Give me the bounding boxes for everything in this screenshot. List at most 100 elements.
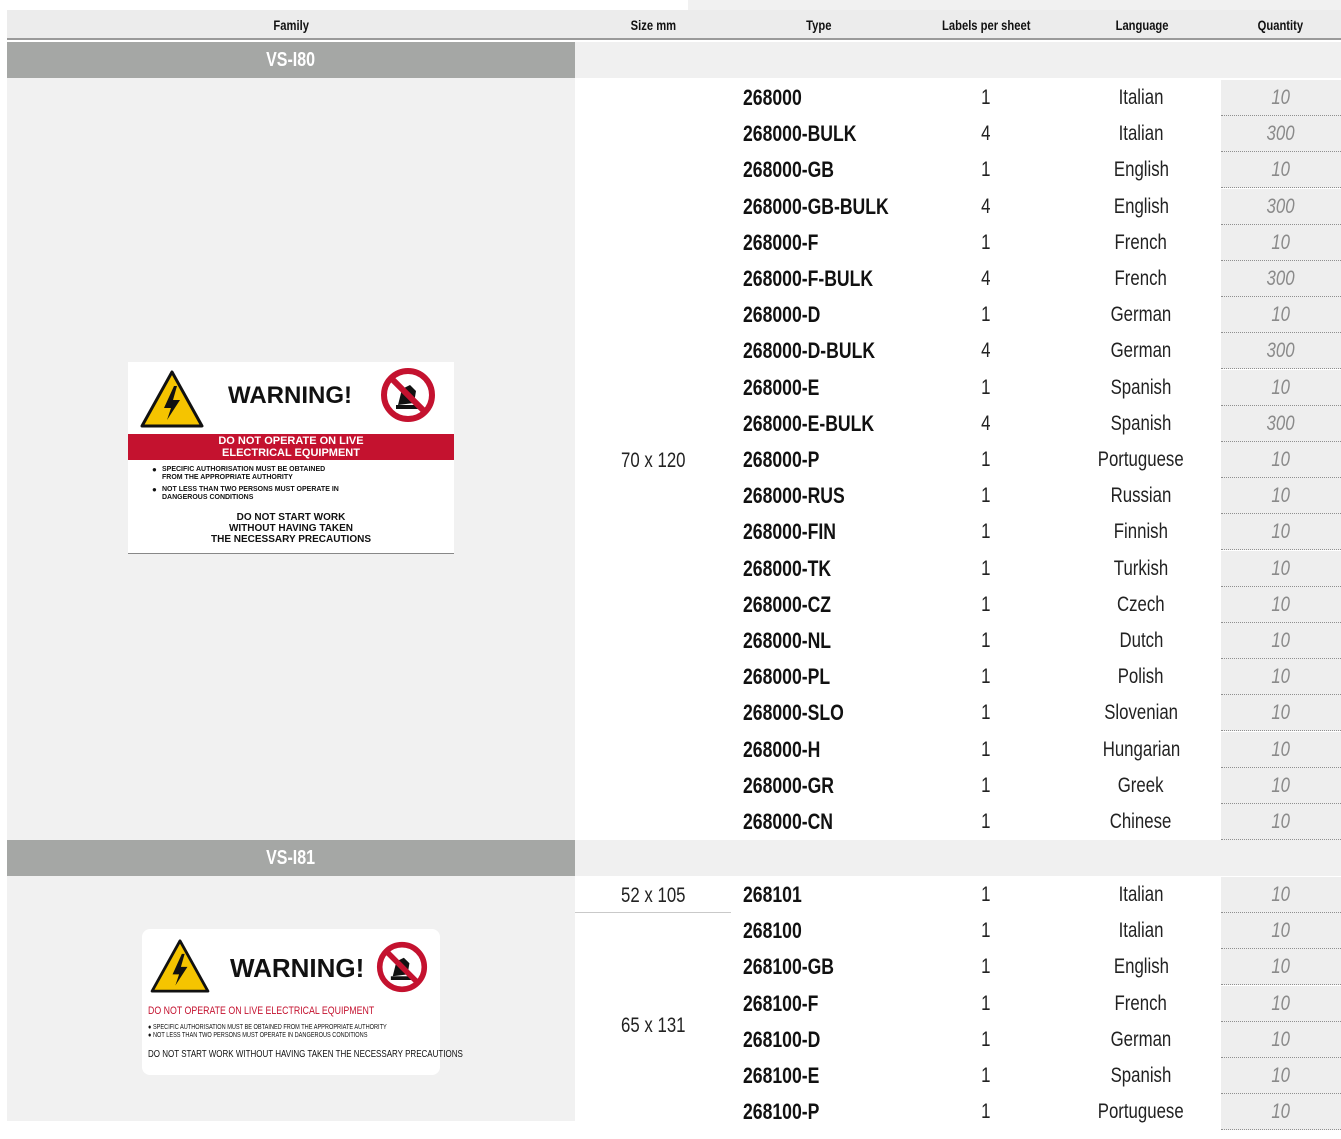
top-strip-gray — [688, 0, 1341, 10]
labels-per-sheet-value: 1 — [981, 230, 991, 254]
language-value: Turkish — [1113, 556, 1169, 580]
quantity-value: 300 — [1221, 261, 1341, 297]
quantity-value: 10 — [1221, 623, 1341, 659]
quantity-value: 10 — [1221, 369, 1341, 406]
labels-per-sheet-value: 1 — [981, 883, 991, 906]
labels-per-sheet-value: 4 — [981, 194, 991, 218]
table-row: 268100-P 1 Portuguese 10 — [731, 1094, 1341, 1131]
table-row: 268100-F 1 French 10 — [731, 985, 1341, 1022]
table-row: 268000-FIN 1 Finnish 10 — [731, 514, 1341, 551]
quantity-value: 10 — [1221, 514, 1341, 551]
type-code: 268100 — [743, 918, 802, 944]
table-row: 268000-F 1 French 10 — [731, 224, 1341, 261]
type-code: 268000-RUS — [743, 483, 845, 509]
language-value: Czech — [1117, 592, 1165, 616]
language-value: Chinese — [1110, 810, 1172, 833]
quantity-value: 10 — [1221, 478, 1341, 515]
type-code: 268000 — [743, 85, 802, 110]
labels-per-sheet-value: 4 — [981, 122, 991, 146]
table-row: 268000-PL 1 Polish 10 — [731, 659, 1341, 696]
type-code: 268000-H — [743, 736, 821, 762]
labels-per-sheet-value: 1 — [981, 86, 991, 109]
label-title: WARNING! — [230, 953, 365, 983]
family-row-vs-i81: VS-I81 — [7, 840, 1341, 876]
language-value: Dutch — [1119, 629, 1163, 652]
table-row: 268100-GB 1 English 10 — [731, 949, 1341, 986]
language-value: English — [1113, 158, 1169, 182]
language-value: Italian — [1118, 883, 1164, 906]
language-value: Polish — [1118, 665, 1164, 689]
label-bullet-1: ● SPECIFIC AUTHORISATION MUST BE OBTAINE… — [152, 465, 326, 482]
quantity-value: 10 — [1221, 767, 1341, 804]
table-row: 268000-CN 1 Chinese 10 — [731, 804, 1341, 840]
labels-per-sheet-value: 1 — [981, 701, 991, 725]
size-cell: 70 x 120 — [575, 78, 731, 840]
table-row: 268000-GR 1 Greek 10 — [731, 767, 1341, 804]
language-value: French — [1114, 267, 1168, 290]
quantity-value: 10 — [1221, 985, 1341, 1022]
warning-label-image: WARNING! DO NOT OPERATE ON LIVE ELECTRIC… — [128, 362, 454, 554]
type-code: 268000-F-BULK — [743, 266, 874, 291]
type-code: 268101 — [743, 882, 802, 907]
language-value: Spanish — [1110, 411, 1172, 435]
type-code: 268000-D-BULK — [743, 338, 876, 364]
type-code: 268000-BULK — [743, 121, 857, 147]
label-bullets: ● SPECIFIC AUTHORISATION MUST BE OBTAINE… — [148, 1024, 387, 1039]
labels-per-sheet-value: 1 — [981, 1100, 991, 1124]
labels-per-sheet-value: 1 — [981, 484, 991, 508]
high-voltage-warning-icon — [150, 939, 210, 993]
quantity-value: 10 — [1221, 297, 1341, 334]
type-code: 268000-P — [743, 447, 820, 472]
type-code: 268100-GB — [743, 954, 834, 980]
quantity-value: 10 — [1221, 1058, 1341, 1094]
table-row: 268100-E 1 Spanish 10 — [731, 1058, 1341, 1094]
labels-per-sheet-value: 1 — [981, 375, 991, 399]
labels-per-sheet-value: 1 — [981, 955, 991, 979]
table-row: 268000-BULK 4 Italian 300 — [731, 116, 1341, 153]
labels-per-sheet-value: 1 — [981, 737, 991, 761]
table-row: 268000-D 1 German 10 — [731, 297, 1341, 334]
table-row: 268100-D 1 German 10 — [731, 1021, 1341, 1058]
quantity-value: 300 — [1221, 405, 1341, 442]
language-value: Spanish — [1110, 1064, 1172, 1087]
labels-per-sheet-value: 1 — [981, 919, 991, 943]
type-code: 268000-NL — [743, 628, 832, 653]
language-value: French — [1114, 230, 1168, 254]
header-size: Size mm — [630, 17, 676, 33]
family-image-panel: WARNING! DO NOT OPERATE ON LIVE ELECTRIC… — [7, 876, 575, 1121]
labels-per-sheet-value: 1 — [981, 991, 991, 1015]
label-title: WARNING! — [228, 382, 352, 409]
header-quantity: Quantity — [1257, 17, 1303, 33]
label-bullet-2: ● NOT LESS THAN TWO PERSONS MUST OPERATE… — [152, 485, 339, 502]
quantity-value: 10 — [1221, 659, 1341, 696]
labels-per-sheet-value: 1 — [981, 810, 991, 833]
type-code: 268000-FIN — [743, 519, 836, 545]
no-touch-prohibition-icon — [381, 368, 435, 422]
type-code: 268000-TK — [743, 555, 832, 581]
type-code: 268000-SLO — [743, 700, 844, 726]
label-footer: DO NOT START WORK WITHOUT HAVING TAKEN T… — [210, 512, 372, 545]
table-row: 268101 1 Italian 10 — [731, 877, 1341, 913]
type-code: 268000-E-BULK — [743, 410, 875, 436]
table-row: 268000-E-BULK 4 Spanish 300 — [731, 405, 1341, 442]
labels-per-sheet-value: 1 — [981, 1027, 991, 1051]
labels-per-sheet-value: 1 — [981, 629, 991, 652]
table-row: 268000-CZ 1 Czech 10 — [731, 586, 1341, 623]
type-code: 268000-CN — [743, 809, 834, 834]
family-name: VS-I81 — [7, 840, 575, 876]
high-voltage-warning-icon — [140, 370, 204, 428]
bullet-dot-icon: ● — [152, 465, 157, 474]
table-row: 268000-NL 1 Dutch 10 — [731, 623, 1341, 659]
quantity-value: 10 — [1221, 731, 1341, 768]
family-row-vs-i80: VS-I80 — [7, 42, 1341, 78]
label-red-banner: DO NOT OPERATE ON LIVE ELECTRICAL EQUIPM… — [128, 434, 454, 460]
labels-per-sheet-value: 4 — [981, 339, 991, 363]
table-row: 268100 1 Italian 10 — [731, 913, 1341, 950]
language-value: Portuguese — [1098, 1100, 1184, 1124]
table-row: 268000-RUS 1 Russian 10 — [731, 478, 1341, 515]
type-code: 268000-D — [743, 302, 821, 328]
type-code: 268000-F — [743, 229, 819, 255]
language-value: German — [1110, 1027, 1172, 1051]
header-language: Language — [1115, 17, 1169, 33]
labels-per-sheet-value: 4 — [981, 267, 991, 290]
